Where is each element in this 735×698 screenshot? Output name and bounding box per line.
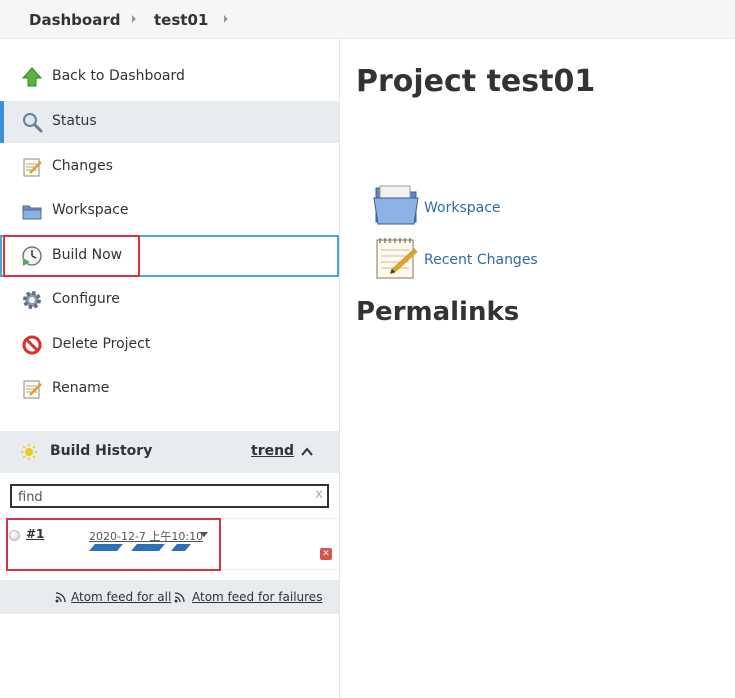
atom-feed-all-link[interactable]: Atom feed for all [71,590,171,604]
build-history-title: Build History [50,443,153,459]
rss-icon [174,592,185,603]
task-delete-project[interactable]: Delete Project [0,324,339,366]
folder-icon [22,205,42,220]
build-search: x [10,484,329,508]
task-label: Build Now [52,247,123,263]
task-label: Rename [52,380,110,396]
task-label: Changes [52,158,113,174]
task-changes[interactable]: Changes [0,146,339,188]
task-label: Delete Project [52,336,151,352]
up-arrow-icon [21,67,43,87]
build-progress-bar [131,544,165,551]
build-progress-bar [171,544,191,551]
trend-link[interactable]: trend [251,443,294,459]
recent-changes-link[interactable]: Recent Changes [424,252,538,268]
build-history-header: Build History trend [0,431,339,473]
notepad-icon [23,380,42,399]
build-number-link[interactable]: #1 [26,527,44,541]
clear-search-button[interactable]: x [315,487,323,502]
gear-icon [23,291,41,309]
chevron-right-icon[interactable] [224,15,228,23]
breadcrumb-test01[interactable]: test01 [154,11,208,29]
atom-feed-failures-link[interactable]: Atom feed for failures [192,590,322,604]
folder-icon[interactable] [372,184,420,226]
task-label: Status [52,113,97,129]
task-label: Workspace [52,202,129,218]
rss-icon [55,592,66,603]
breadcrumb: Dashboard test01 [0,0,735,39]
clock-icon [22,246,42,266]
chevron-right-icon[interactable] [132,15,136,23]
task-configure[interactable]: Configure [0,279,339,321]
build-feeds: Atom feed for all Atom feed for failures [0,580,339,614]
permalinks-heading: Permalinks [356,297,520,327]
task-label: Back to Dashboard [52,68,185,84]
build-search-input[interactable] [12,487,302,508]
notepad-icon [23,158,42,177]
chevron-down-icon[interactable] [200,532,208,537]
build-status-icon [9,530,20,541]
task-rename[interactable]: Rename [0,368,339,410]
search-icon [23,113,43,133]
chevron-up-icon[interactable] [300,445,314,459]
task-workspace[interactable]: Workspace [0,190,339,232]
build-row[interactable]: #1 2020-12-7 上午10:10 ✕ [0,518,339,570]
task-back-to-dashboard[interactable]: Back to Dashboard [0,56,339,98]
breadcrumb-dashboard[interactable]: Dashboard [29,11,120,29]
task-build-now[interactable]: Build Now [0,235,339,277]
workspace-link[interactable]: Workspace [424,200,501,216]
no-entry-icon [22,335,42,355]
task-status[interactable]: Status [0,101,339,143]
notepad-icon[interactable] [374,236,420,282]
task-label: Configure [52,291,120,307]
sun-icon [21,444,37,460]
build-progress-bar [89,544,123,551]
page-title: Project test01 [356,64,596,99]
build-date-link[interactable]: 2020-12-7 上午10:10 [89,528,203,544]
abort-build-icon[interactable]: ✕ [320,548,332,560]
